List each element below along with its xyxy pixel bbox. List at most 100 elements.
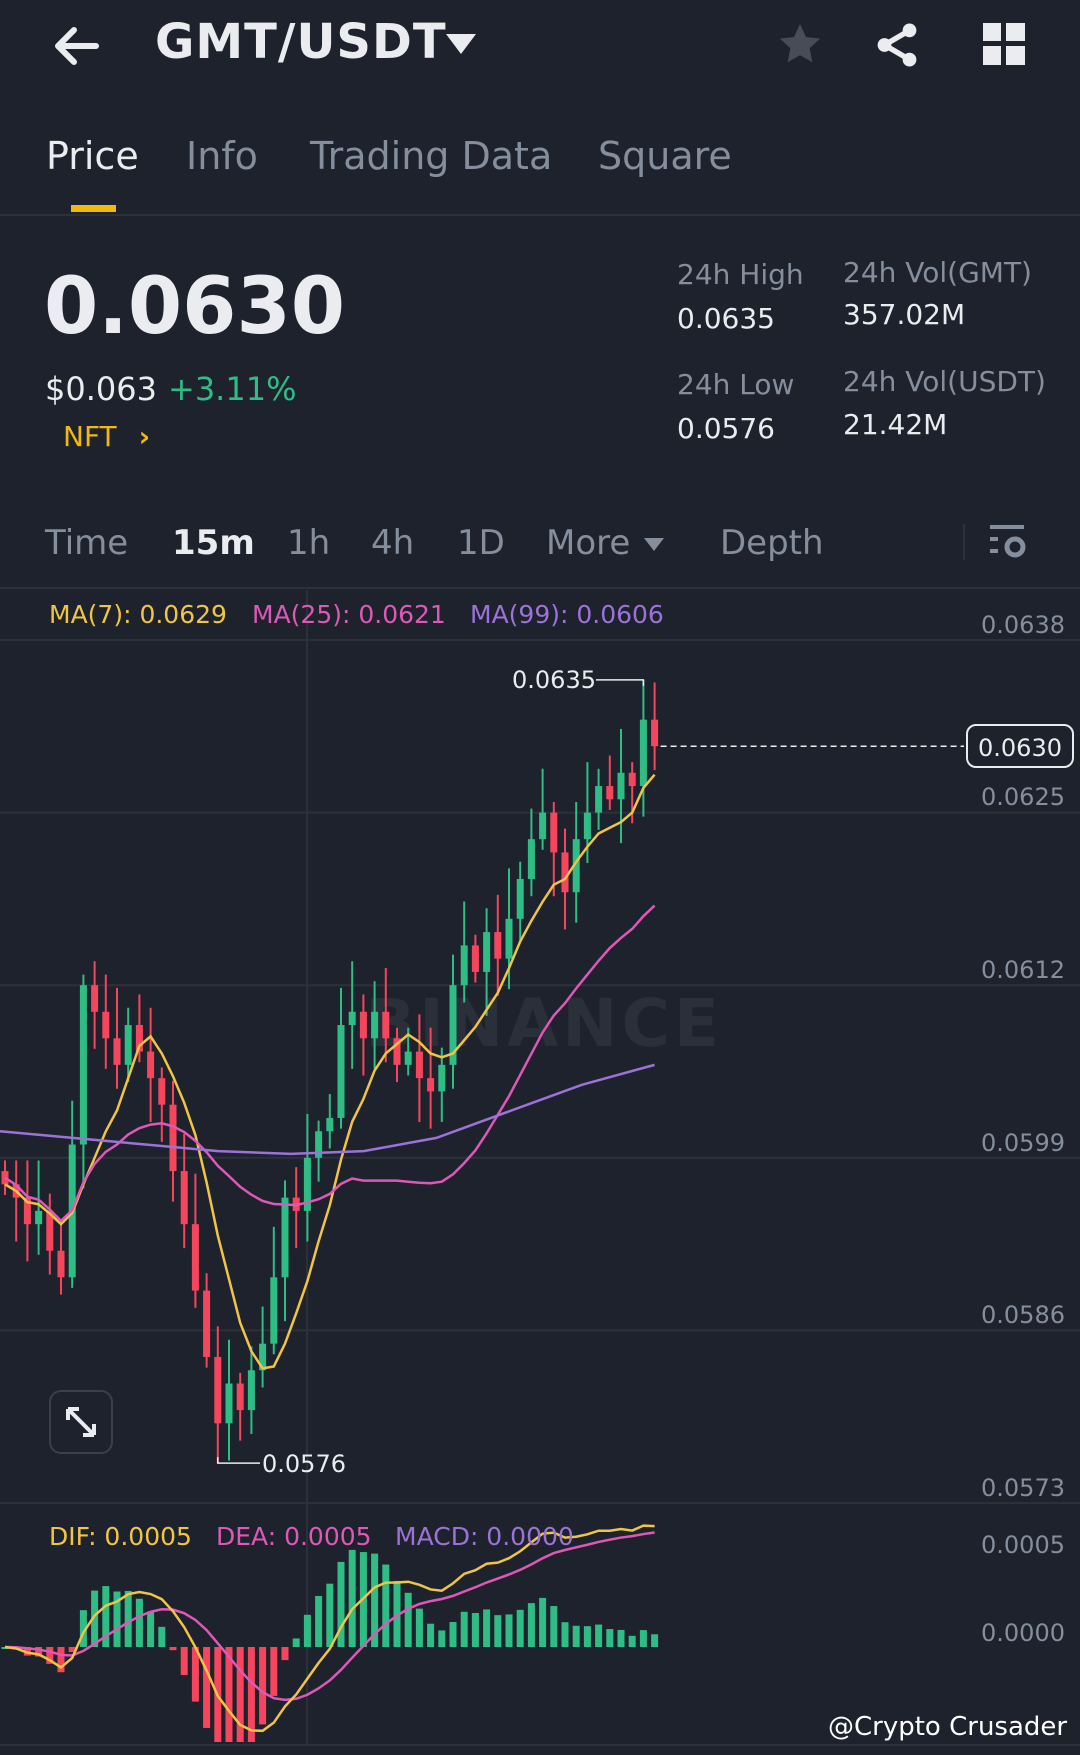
macd-histogram-bar [315,1595,323,1647]
price-axis-label: 0.0586 [981,1301,1065,1329]
macd-histogram-bar [382,1564,390,1647]
candle-body [471,945,479,972]
candle-body [371,1011,379,1039]
candle-body [191,1224,199,1291]
candle-body [438,1064,446,1092]
candle-body [483,932,491,972]
candle-body [337,1025,345,1118]
candlestick-chart[interactable] [0,0,1080,1755]
candle-body [180,1171,188,1225]
macd-histogram-bar [124,1590,132,1647]
ma99-line [0,1063,655,1156]
candle-body [147,1051,155,1079]
macd-histogram-bar [628,1635,636,1647]
macd-histogram-bar [158,1626,166,1647]
price-axis-label: 0.0638 [981,611,1065,639]
macd-histogram-bar [471,1612,479,1647]
candle-body [359,1011,367,1039]
macd-histogram-bar [494,1615,502,1647]
candle-body [516,878,524,919]
macd-histogram-bar [651,1634,659,1647]
macd-histogram-bar [483,1609,491,1647]
candle-body [225,1383,233,1424]
candle-body [281,1197,289,1278]
ma99-legend: MA(99): 0.0606 [470,600,664,629]
dif-legend: DIF: 0.0005 [49,1522,192,1551]
candle-body [348,1011,356,1026]
expand-icon [66,1407,96,1437]
macd-histogram-bar [639,1630,647,1647]
macd-legend: MACD: 0.0000 [395,1522,574,1551]
macd-histogram-bar [236,1647,244,1742]
candle-body [539,812,547,840]
candle-body [606,786,614,800]
price-axis-label: 0.0573 [981,1474,1065,1502]
candle-body [639,719,647,787]
candle-body [628,772,636,787]
candle-body [79,985,87,1145]
macd-histogram-bar [460,1611,468,1647]
dea-legend: DEA: 0.0005 [216,1522,372,1551]
macd-histogram-bar [326,1583,334,1647]
macd-histogram-bar [281,1647,289,1661]
macd-histogram-bar [550,1606,558,1647]
macd-histogram-bar [180,1647,188,1675]
candle-body [169,1104,177,1172]
candle-body [203,1290,211,1357]
low-price-label: 0.0576 [262,1450,346,1478]
candle-body [427,1078,435,1092]
macd-histogram-bar [572,1625,580,1647]
high-price-label: 0.0635 [512,666,596,694]
macd-histogram-bar [259,1647,267,1725]
candle-body [35,1210,43,1225]
candle-body [382,1011,390,1039]
high-leader-line [596,679,645,686]
macd-histogram-bar [505,1614,513,1647]
expand-chart-button[interactable] [49,1390,113,1454]
ma7-legend: MA(7): 0.0629 [49,600,227,629]
macd-histogram-bar [427,1623,435,1647]
candle-body [415,1051,423,1079]
candle-body [404,1051,412,1065]
price-axis-label: 0.0599 [981,1129,1065,1157]
candle-body [57,1250,65,1278]
macd-histogram-bar [169,1647,177,1651]
macd-histogram-bar [147,1611,155,1647]
credit-watermark: @Crypto Crusader [828,1712,1068,1742]
macd-histogram-bar [583,1626,591,1647]
macd-histogram-bar [415,1608,423,1647]
macd-histogram-bar [561,1622,569,1647]
candle-body [460,945,468,986]
macd-histogram-bar [595,1624,603,1647]
candle-body [494,932,502,959]
candle-body [617,772,625,800]
macd-histogram-bar [303,1614,311,1647]
macd-histogram-bar [247,1647,255,1742]
candle-body [91,985,99,1012]
macd-histogram-bar [292,1638,300,1647]
candle-body [270,1277,278,1344]
candle-body [124,1025,132,1065]
candle-body [158,1078,166,1105]
current-price-marker: 0.0630 [966,724,1074,768]
ma25-line [4,904,656,1223]
candle-body [326,1117,334,1132]
low-leader-line [217,1457,260,1464]
candle-body [595,786,603,813]
ma25-legend: MA(25): 0.0621 [252,600,446,629]
macd-histogram-bar [203,1647,211,1728]
candle-body [651,719,659,747]
candle-body [527,839,535,879]
candle-body [236,1383,244,1411]
macd-histogram-bar [516,1609,524,1647]
ma7-line [4,773,656,1370]
candle-body [113,1038,121,1065]
candle-body [583,812,591,840]
price-axis-label: 0.0625 [981,783,1065,811]
candle-body [214,1356,222,1424]
candle-body [247,1370,255,1411]
macd-histogram-bar [404,1592,412,1647]
candle-body [505,918,513,959]
macd-axis-label: 0.0000 [981,1619,1065,1647]
macd-histogram-bar [617,1629,625,1647]
